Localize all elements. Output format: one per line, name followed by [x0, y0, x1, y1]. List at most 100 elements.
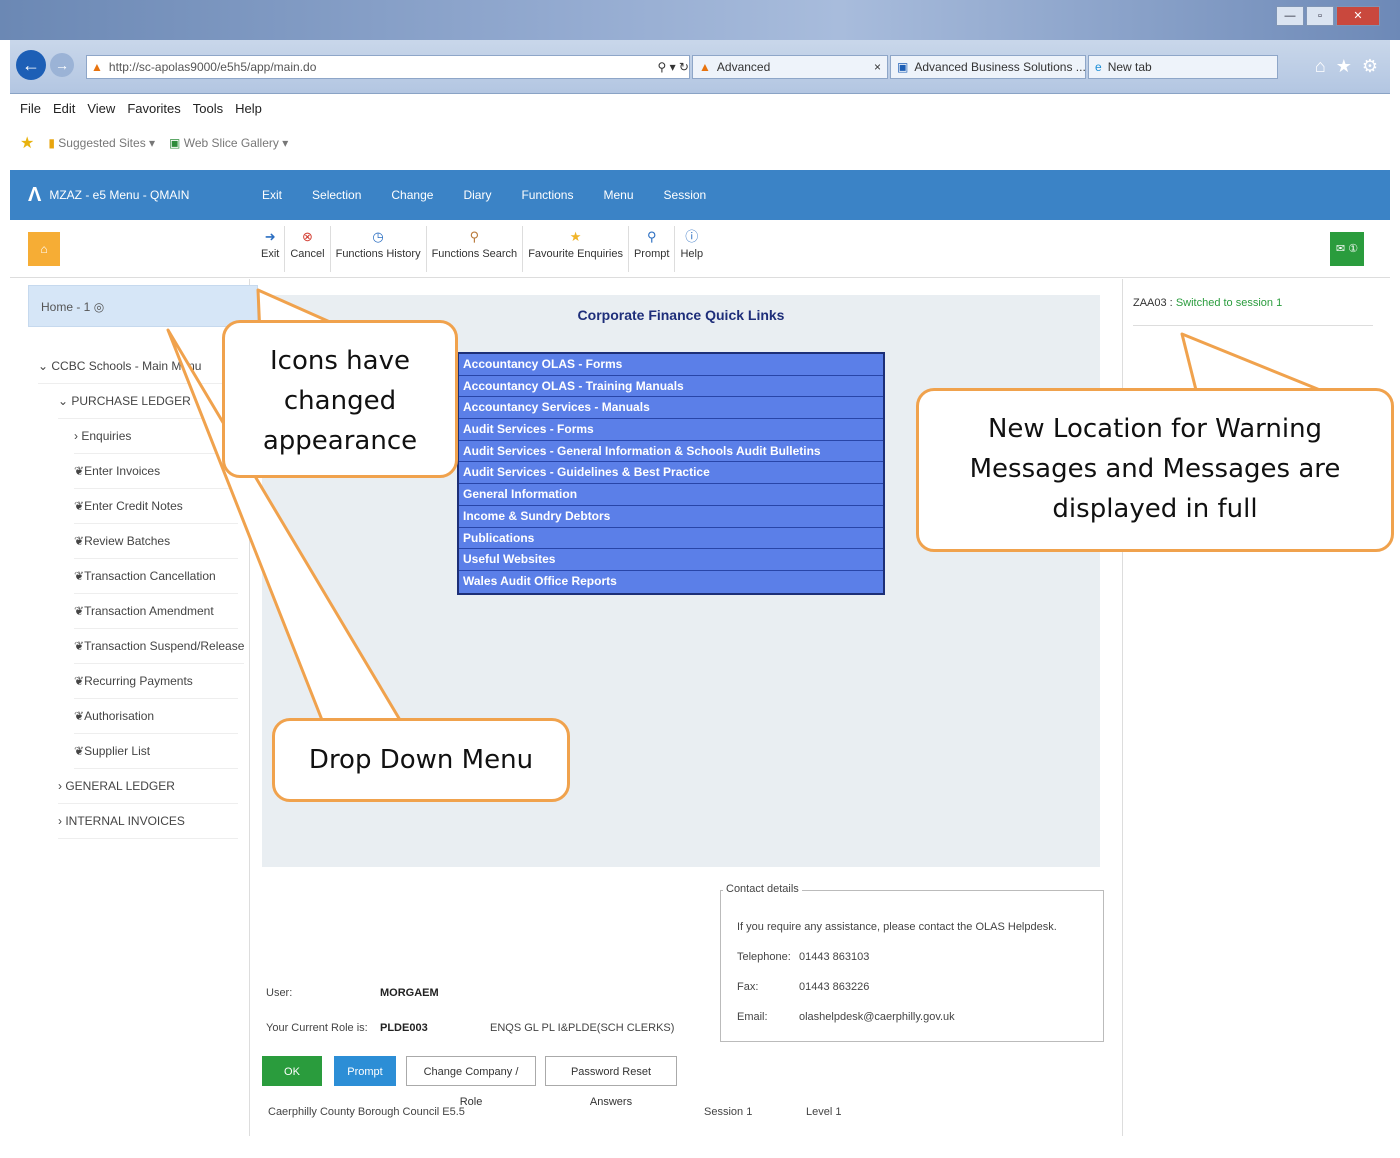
quick-link[interactable]: Publications [459, 528, 883, 550]
quick-link[interactable]: Accountancy OLAS - Training Manuals [459, 376, 883, 398]
favourite-enquiries-button[interactable]: ★ Favourite Enquiries [523, 226, 629, 272]
tab-advanced[interactable]: ▲ Advanced × [692, 55, 888, 79]
favorites-star-icon[interactable]: ★ [1336, 56, 1352, 77]
menu-help[interactable]: Help [235, 101, 262, 116]
nav-menu[interactable]: Menu [603, 188, 633, 202]
callout-icons-changed: Icons have changed appearance [222, 320, 458, 478]
breadcrumb-label: Home - 1 [41, 300, 91, 314]
tool-label: Exit [261, 248, 280, 260]
menu-transaction-amendment[interactable]: ❦Transaction Amendment [74, 594, 238, 629]
menu-authorisation[interactable]: ❦Authorisation [74, 699, 238, 734]
menu-recurring-payments[interactable]: ❦Recurring Payments [74, 664, 238, 699]
toolbar-buttons: ➜ Exit ⊗ Cancel ◷ Functions History ⚲ Functi… [256, 226, 708, 272]
menu-purchase-ledger[interactable]: ⌄ PURCHASE LEDGER [58, 384, 238, 419]
quick-link[interactable]: Accountancy Services - Manuals [459, 397, 883, 420]
maximize-icon[interactable]: ▫ [1306, 6, 1334, 26]
breadcrumb[interactable]: Home - 1 ◎ [28, 285, 258, 327]
tab-new[interactable]: e New tab [1088, 55, 1278, 79]
nav-functions[interactable]: Functions [521, 188, 573, 202]
quick-link[interactable]: Wales Audit Office Reports [459, 571, 883, 593]
menu-transaction-suspend[interactable]: ❦Transaction Suspend/Release [74, 629, 244, 664]
cancel-button[interactable]: ⊗ Cancel [285, 226, 331, 272]
menu-internal-invoices[interactable]: › INTERNAL INVOICES [58, 804, 238, 839]
tab-label: Advanced [716, 60, 771, 74]
favorites-star-icon[interactable]: ★ [20, 133, 34, 153]
exit-icon: ➜ [264, 229, 276, 244]
leaf-icon: ❦ [74, 674, 85, 688]
functions-search-button[interactable]: ⚲ Functions Search [427, 226, 524, 272]
tab-advanced-business[interactable]: ▣ Advanced Business Solutions ... [890, 55, 1086, 79]
forward-icon[interactable]: → [50, 53, 74, 77]
tool-label: Functions History [335, 248, 421, 260]
history-clock-icon: ◷ [372, 229, 384, 244]
menu-transaction-cancellation[interactable]: ❦Transaction Cancellation [74, 559, 238, 594]
prompt-button[interactable]: Prompt [334, 1056, 396, 1086]
app-title: MZAZ - e5 Menu - QMAIN [49, 188, 190, 202]
address-bar[interactable]: ▲ http://sc-apolas9000/e5h5/app/main.do … [86, 55, 690, 79]
menu-label: Transaction Amendment [84, 604, 214, 618]
contact-email[interactable]: olashelpdesk@caerphilly.gov.uk [799, 1011, 955, 1023]
suggested-sites-link[interactable]: ▮ Suggested Sites ▾ [48, 136, 155, 150]
desktop-background [0, 0, 1400, 40]
quick-link[interactable]: General Information [459, 484, 883, 506]
menu-root[interactable]: ⌄ CCBC Schools - Main Menu [38, 349, 238, 384]
divider [1133, 325, 1373, 326]
prompt-search-icon: ⚲ [646, 229, 657, 244]
nav-diary[interactable]: Diary [463, 188, 491, 202]
web-slice-link[interactable]: ▣ Web Slice Gallery ▾ [169, 136, 288, 150]
tool-label: Functions Search [431, 248, 518, 260]
quick-link[interactable]: Audit Services - Guidelines & Best Pract… [459, 462, 883, 485]
home-menu-button[interactable]: ⌂ [28, 232, 60, 266]
menu-label: Enquiries [81, 429, 132, 443]
password-reset-button[interactable]: Password Reset Answers [545, 1056, 677, 1108]
help-icon: ⓘ [685, 229, 699, 244]
nav-session[interactable]: Session [664, 188, 707, 202]
quick-links-list: Accountancy OLAS - Forms Accountancy OLA… [457, 352, 885, 595]
menu-general-ledger[interactable]: › GENERAL LEDGER [58, 769, 238, 804]
message-code: ZAA03 : [1133, 297, 1173, 309]
ie-icon: e [1095, 60, 1102, 74]
browser-toolbar-icons: ⌂ ★ ⚙ [1315, 56, 1378, 77]
back-icon[interactable]: ← [16, 50, 46, 80]
menu-tools[interactable]: Tools [193, 101, 223, 116]
ok-button[interactable]: OK [262, 1056, 322, 1086]
close-icon[interactable]: ✕ [1336, 6, 1380, 26]
callout-drop-down-menu: Drop Down Menu [272, 718, 570, 802]
search-icon[interactable]: ⚲ ▾ ↻ [657, 60, 689, 74]
prompt-button[interactable]: ⚲ Prompt [629, 226, 676, 272]
nav-exit[interactable]: Exit [262, 188, 282, 202]
quick-link[interactable]: Useful Websites [459, 549, 883, 571]
menu-view[interactable]: View [87, 101, 115, 116]
menu-enter-invoices[interactable]: ❦Enter Invoices [74, 454, 238, 489]
menu-favorites[interactable]: Favorites [127, 101, 180, 116]
menu-enquiries[interactable]: › Enquiries [74, 419, 238, 454]
nav-selection[interactable]: Selection [312, 188, 361, 202]
home-icon[interactable]: ⌂ [1315, 56, 1326, 77]
messages-button[interactable]: ✉ ① [1330, 232, 1364, 266]
session-message: ZAA03 : Switched to session 1 [1133, 297, 1282, 309]
contact-fax-label: Fax: [737, 981, 759, 993]
help-button[interactable]: ⓘ Help [675, 226, 708, 272]
menu-label: INTERNAL INVOICES [65, 814, 185, 828]
change-company-role-button[interactable]: Change Company / Role [406, 1056, 536, 1108]
quick-link[interactable]: Audit Services - Forms [459, 419, 883, 441]
menu-supplier-list[interactable]: ❦Supplier List [74, 734, 238, 769]
menu-label: Authorisation [84, 709, 155, 723]
tool-label: Prompt [633, 248, 670, 260]
session-indicator: Session 1 [704, 1106, 753, 1118]
menu-enter-credit-notes[interactable]: ❦Enter Credit Notes [74, 489, 238, 524]
settings-gear-icon[interactable]: ⚙ [1362, 56, 1378, 77]
quick-link[interactable]: Income & Sundry Debtors [459, 506, 883, 528]
menu-label: Transaction Cancellation [84, 569, 216, 583]
close-tab-icon[interactable]: × [874, 60, 881, 74]
leaf-icon: ❦ [74, 569, 85, 583]
menu-review-batches[interactable]: ❦Review Batches [74, 524, 238, 559]
exit-button[interactable]: ➜ Exit [256, 226, 286, 272]
minimize-icon[interactable]: — [1276, 6, 1304, 26]
nav-change[interactable]: Change [391, 188, 433, 202]
menu-file[interactable]: File [20, 101, 41, 116]
functions-history-button[interactable]: ◷ Functions History [331, 226, 427, 272]
menu-edit[interactable]: Edit [53, 101, 75, 116]
quick-link[interactable]: Audit Services - General Information & S… [459, 441, 883, 463]
quick-link[interactable]: Accountancy OLAS - Forms [459, 354, 883, 376]
